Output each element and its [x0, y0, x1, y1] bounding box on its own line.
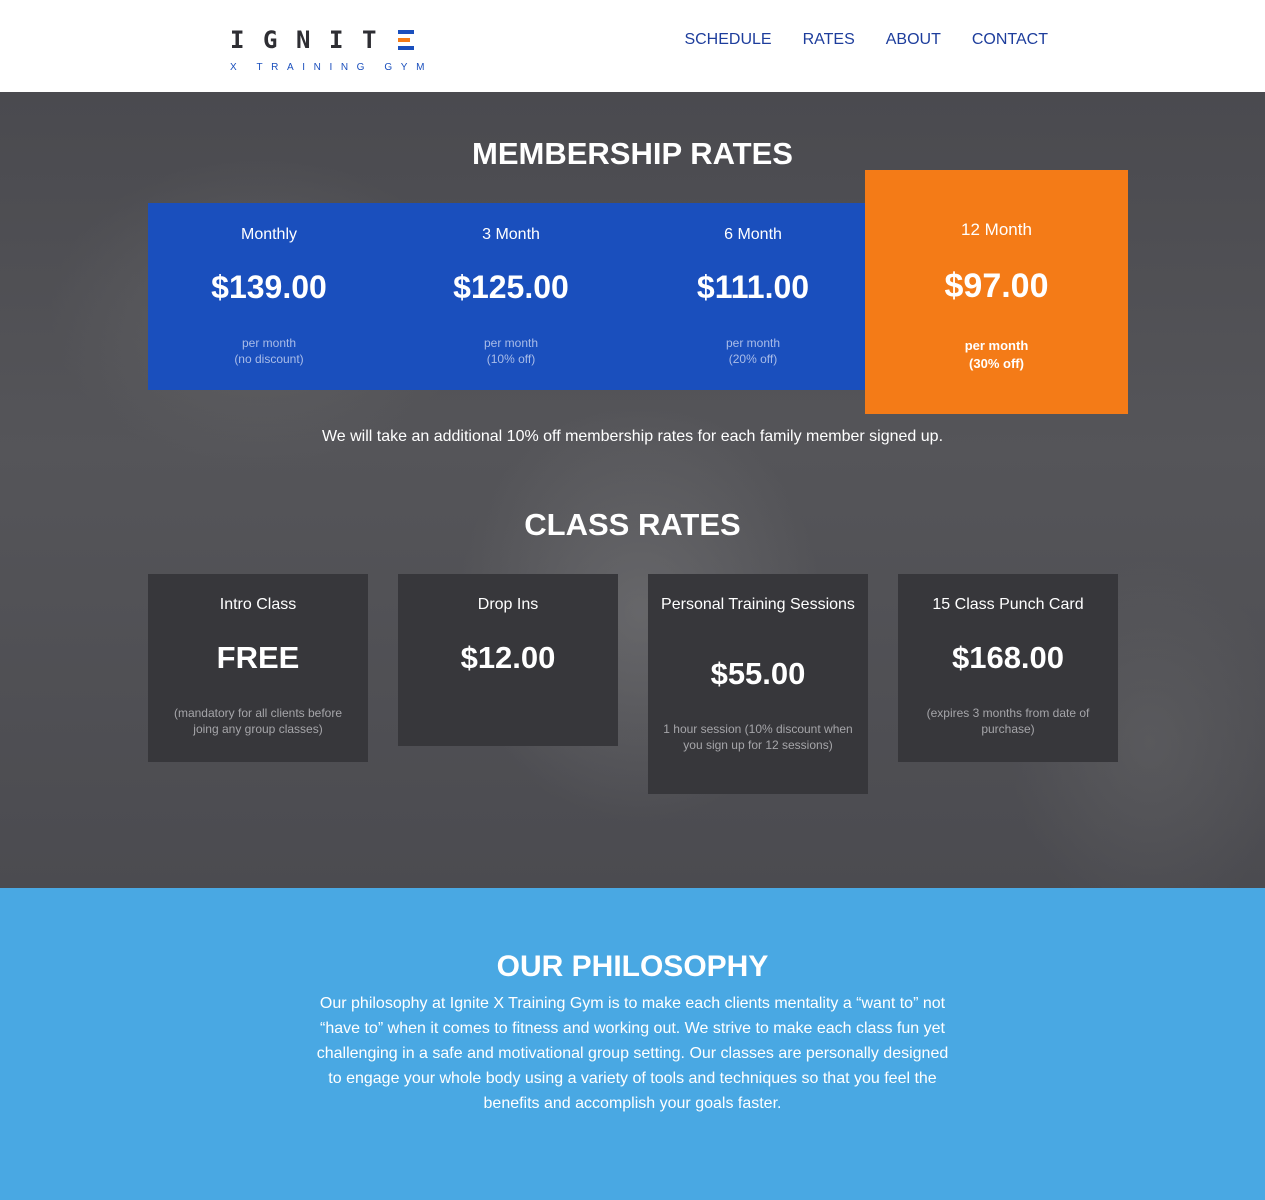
- plan-note-line: per month: [483, 336, 539, 350]
- logo-letter: I: [329, 26, 344, 54]
- logo-letter: T: [362, 26, 377, 54]
- logo-letter: G: [263, 26, 278, 54]
- plan-12-month-featured: 12 Month $97.00 per month (30% off): [865, 170, 1128, 414]
- plan-price: $97.00: [944, 267, 1049, 305]
- plan-3-month: 3 Month $125.00 per month (10% off): [390, 203, 632, 390]
- class-card-intro: Intro Class FREE (mandatory for all clie…: [148, 574, 368, 762]
- plan-note: per month (no discount): [148, 335, 390, 367]
- logo-letter: N: [296, 26, 311, 54]
- class-rates-title: CLASS RATES: [524, 507, 741, 542]
- philosophy-text: Our philosophy at Ignite X Training Gym …: [316, 995, 949, 1112]
- site-header: I G N I T X TRAINING GYM SCHEDULE RATES …: [0, 0, 1265, 92]
- nav-about[interactable]: ABOUT: [886, 30, 941, 50]
- class-price: FREE: [216, 640, 300, 675]
- class-note: 1 hour session (10% discount when you si…: [663, 722, 853, 752]
- plan-note-line: (20% off): [728, 352, 778, 366]
- philosophy-title: OUR PHILOSOPHY: [496, 950, 769, 983]
- class-note: (expires 3 months from date of purchase): [926, 706, 1090, 736]
- class-card-drop-ins: Drop Ins $12.00: [398, 574, 618, 746]
- rates-section: MEMBERSHIP RATES Monthly $139.00 per mon…: [0, 92, 1265, 888]
- plan-note-line: per month: [725, 336, 781, 350]
- nav-contact[interactable]: CONTACT: [972, 30, 1048, 50]
- plan-note: per month (20% off): [632, 335, 874, 367]
- plan-note-line: per month: [241, 336, 297, 350]
- plan-price: $139.00: [211, 269, 327, 305]
- logo[interactable]: I G N I T X TRAINING GYM: [230, 28, 434, 76]
- plan-price: $111.00: [696, 269, 810, 305]
- plan-name: 12 Month: [961, 220, 1032, 239]
- nav-rates[interactable]: RATES: [803, 30, 855, 50]
- plan-name: Monthly: [240, 226, 298, 243]
- plan-monthly: Monthly $139.00 per month (no discount): [148, 203, 390, 390]
- class-price: $55.00: [710, 656, 806, 691]
- class-name: Drop Ins: [477, 596, 539, 613]
- logo-subtitle: X TRAINING GYM: [230, 62, 434, 73]
- plan-note-line: (30% off): [969, 356, 1024, 371]
- plan-note: per month (10% off): [390, 335, 632, 367]
- logo-letter: I: [230, 26, 245, 54]
- plan-note-line: (10% off): [486, 352, 536, 366]
- membership-plans: Monthly $139.00 per month (no discount) …: [148, 203, 865, 390]
- plan-name: 6 Month: [724, 226, 782, 243]
- logo-wordmark: I G N I T: [230, 28, 420, 52]
- class-card-punch-card: 15 Class Punch Card $168.00 (expires 3 m…: [898, 574, 1118, 762]
- plan-price: $125.00: [453, 269, 569, 305]
- logo-e-mark-icon: [398, 30, 414, 50]
- plan-6-month: 6 Month $111.00 per month (20% off): [632, 203, 874, 390]
- main-nav: SCHEDULE RATES ABOUT CONTACT: [684, 30, 1048, 50]
- class-name: 15 Class Punch Card: [932, 596, 1084, 613]
- class-name: Intro Class: [219, 596, 297, 613]
- plan-note: per month (30% off): [865, 337, 1128, 373]
- plan-note-line: per month: [964, 338, 1029, 353]
- philosophy-section: OUR PHILOSOPHY Our philosophy at Ignite …: [0, 888, 1265, 1200]
- class-name: Personal Training Sessions: [661, 596, 855, 613]
- nav-schedule[interactable]: SCHEDULE: [684, 30, 771, 50]
- class-price: $168.00: [951, 640, 1065, 675]
- class-card-personal-training: Personal Training Sessions $55.00 1 hour…: [648, 574, 868, 794]
- family-discount-note: We will take an additional 10% off membe…: [321, 428, 944, 445]
- class-note: (mandatory for all clients before joing …: [173, 706, 343, 736]
- plan-note-line: (no discount): [234, 352, 304, 366]
- class-price: $12.00: [460, 640, 556, 675]
- plan-name: 3 Month: [482, 226, 540, 243]
- membership-rates-title: MEMBERSHIP RATES: [472, 136, 793, 171]
